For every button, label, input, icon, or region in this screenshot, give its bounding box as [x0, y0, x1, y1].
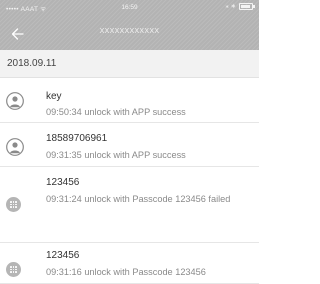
- status-bar: ••••• AAAT ᯤ 16:59 ⁎ ∗: [0, 0, 259, 18]
- status-right-group: ⁎ ∗: [225, 2, 255, 10]
- nav-bar: XXXXXXXXXXXX: [0, 18, 259, 50]
- list-item[interactable]: 123456 09:31:24 unlock with Passcode 123…: [0, 167, 259, 243]
- record-description: 09:31:35 unlock with APP success: [46, 150, 186, 160]
- date-label: 2018.09.11: [7, 58, 57, 69]
- user-icon: [6, 138, 24, 156]
- passcode-icon: [6, 197, 21, 212]
- record-name: 18589706961: [46, 133, 108, 144]
- record-description: 09:31:16 unlock with Passcode 123456: [46, 267, 206, 277]
- record-description: 09:50:34 unlock with APP success: [46, 107, 186, 117]
- bluetooth-icon: ⁎ ∗: [225, 3, 236, 10]
- record-name: key: [46, 91, 62, 102]
- passcode-icon: [6, 262, 21, 277]
- app-header: ••••• AAAT ᯤ 16:59 ⁎ ∗ XXXXXXXXXXXX: [0, 0, 259, 50]
- record-name: 123456: [46, 177, 80, 188]
- list-item[interactable]: 123456 09:31:16 unlock with Passcode 123…: [0, 243, 259, 284]
- user-icon: [6, 92, 24, 110]
- list-item[interactable]: key 09:50:34 unlock with APP success: [0, 78, 259, 123]
- nav-title: XXXXXXXXXXXX: [99, 28, 160, 35]
- status-time: 16:59: [121, 4, 138, 11]
- record-name: 123456: [46, 250, 80, 261]
- date-section-header: 2018.09.11: [0, 50, 259, 78]
- record-description: 09:31:24 unlock with Passcode 123456 fai…: [46, 194, 231, 204]
- battery-icon: [239, 2, 255, 10]
- list-item[interactable]: 18589706961 09:31:35 unlock with APP suc…: [0, 123, 259, 167]
- unlock-record-list: key 09:50:34 unlock with APP success 185…: [0, 78, 259, 284]
